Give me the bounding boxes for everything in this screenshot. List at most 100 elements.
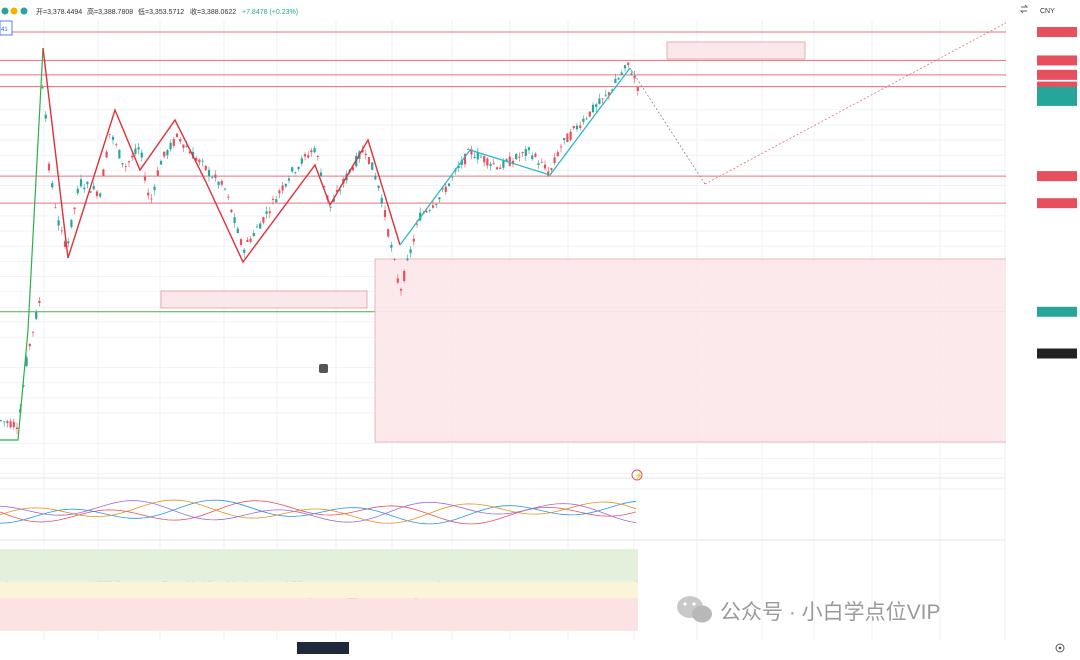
candle bbox=[198, 159, 201, 163]
candle bbox=[15, 427, 19, 429]
candle bbox=[604, 94, 607, 96]
candle bbox=[3, 421, 6, 423]
high-value: 高=3,388.7808 bbox=[87, 7, 133, 16]
candle bbox=[134, 148, 137, 154]
candle bbox=[99, 193, 102, 197]
candle bbox=[169, 142, 172, 150]
candle bbox=[153, 186, 156, 191]
price-tag bbox=[1037, 198, 1077, 209]
candle bbox=[38, 300, 41, 303]
candle bbox=[303, 154, 307, 157]
candle bbox=[233, 217, 236, 223]
candle bbox=[150, 198, 153, 200]
candle bbox=[163, 151, 166, 157]
candle bbox=[534, 153, 537, 157]
candle bbox=[214, 174, 217, 178]
candle bbox=[524, 148, 527, 156]
wave-title-box bbox=[666, 41, 806, 60]
candle bbox=[140, 152, 143, 158]
candle bbox=[367, 157, 371, 164]
candle bbox=[67, 241, 70, 244]
candle bbox=[115, 144, 118, 146]
candle bbox=[73, 207, 76, 210]
candle bbox=[44, 114, 47, 119]
candle bbox=[166, 150, 169, 156]
candle bbox=[620, 72, 623, 75]
candle bbox=[575, 125, 579, 130]
candle bbox=[521, 152, 524, 154]
analysis-note-box bbox=[374, 258, 1008, 443]
candle bbox=[364, 153, 367, 156]
candle bbox=[147, 192, 150, 196]
candle bbox=[310, 150, 313, 153]
candle bbox=[9, 421, 12, 428]
open-value: 开=3,378.4494 bbox=[36, 8, 82, 16]
candle bbox=[281, 185, 284, 191]
candle bbox=[275, 199, 278, 203]
candle bbox=[316, 155, 319, 157]
candle bbox=[249, 238, 252, 242]
candle bbox=[329, 206, 332, 208]
status-dot-icon bbox=[1, 7, 9, 15]
candle bbox=[60, 230, 63, 232]
candle bbox=[307, 155, 310, 158]
candle bbox=[495, 167, 499, 170]
candle bbox=[479, 156, 483, 158]
zone-neutral bbox=[0, 581, 638, 599]
candle bbox=[435, 204, 438, 206]
price-tag bbox=[1037, 27, 1077, 37]
low-value: 低=3,353.5712 bbox=[138, 7, 184, 16]
candle bbox=[137, 147, 140, 150]
candle bbox=[515, 153, 518, 160]
candle bbox=[595, 104, 598, 107]
candle bbox=[278, 190, 281, 194]
candle bbox=[268, 211, 271, 214]
candle bbox=[409, 249, 412, 254]
price-tag bbox=[1037, 171, 1077, 182]
candle bbox=[172, 138, 175, 146]
candle bbox=[537, 163, 540, 166]
candle bbox=[246, 239, 249, 242]
candle bbox=[102, 169, 105, 177]
candle bbox=[543, 164, 547, 169]
candle bbox=[563, 137, 566, 141]
candle bbox=[265, 211, 268, 214]
candle bbox=[28, 343, 31, 347]
candle bbox=[236, 228, 239, 234]
currency-label[interactable]: CNY bbox=[1040, 8, 1055, 15]
chart-window: 公众号 · 小白学点位VIP 开=3,378.4494 高=3,388.7808… bbox=[0, 0, 1080, 655]
candle bbox=[572, 126, 575, 129]
candle bbox=[403, 271, 406, 282]
candle bbox=[483, 156, 486, 163]
candle bbox=[556, 152, 559, 157]
candle bbox=[486, 158, 489, 166]
candle bbox=[540, 161, 543, 163]
candle bbox=[291, 167, 294, 172]
candle bbox=[371, 162, 374, 170]
candle bbox=[447, 183, 451, 186]
candle bbox=[300, 158, 303, 164]
zone-greed bbox=[0, 549, 638, 582]
candle bbox=[70, 219, 73, 227]
candle bbox=[297, 166, 300, 170]
candle bbox=[223, 188, 227, 190]
candle bbox=[227, 196, 230, 198]
candle bbox=[182, 144, 185, 148]
projection-line-up bbox=[704, 9, 1031, 185]
candle bbox=[83, 187, 86, 190]
candle bbox=[239, 239, 243, 245]
candle bbox=[105, 151, 108, 158]
candle bbox=[406, 258, 409, 261]
candle bbox=[566, 133, 569, 143]
scroll-arrow-icon[interactable] bbox=[319, 364, 328, 373]
candle bbox=[156, 170, 159, 176]
candle bbox=[412, 238, 415, 242]
candle bbox=[396, 278, 399, 283]
candle bbox=[127, 161, 131, 163]
candle bbox=[518, 156, 521, 158]
price-tag bbox=[1037, 348, 1077, 359]
candle bbox=[467, 149, 470, 150]
indicator-series-line bbox=[0, 499, 637, 525]
candle bbox=[591, 104, 595, 113]
candle bbox=[294, 172, 297, 174]
